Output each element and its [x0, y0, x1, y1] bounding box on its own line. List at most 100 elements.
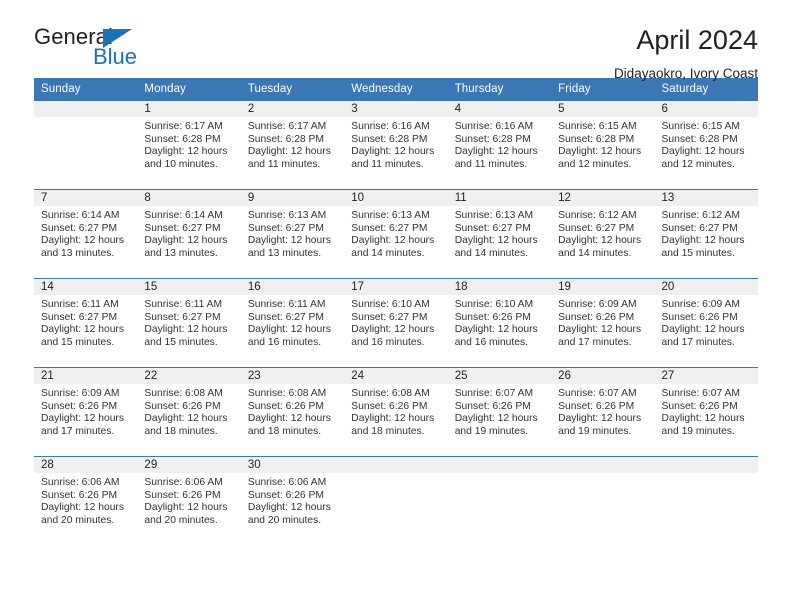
day-number: 26: [551, 368, 655, 384]
sunset-time: Sunset: 6:27 PM: [351, 311, 428, 323]
calendar-day-cell[interactable]: 11 Sunrise: 6:13 AM Sunset: 6:27 PM Dayligh…: [447, 190, 552, 278]
sunrise-time: Sunrise: 6:17 AM: [247, 121, 327, 132]
daylight-duration-line2: and 13 minutes.: [247, 247, 322, 259]
sunrise-time: Sunrise: 6:16 AM: [351, 121, 430, 132]
sunset-time: Sunset: 6:26 PM: [454, 311, 531, 323]
daylight-duration-line1: Daylight: 12 hours: [144, 413, 228, 425]
calendar-day-cell[interactable]: 12 Sunrise: 6:12 AM Sunset: 6:27 PM Dayligh…: [551, 190, 655, 278]
daylight-duration-line1: Daylight: 12 hours: [41, 324, 124, 336]
sunset-time: Sunset: 6:28 PM: [454, 133, 531, 145]
weekday-header-tuesday: Tuesday: [240, 78, 345, 101]
day-number: 7: [34, 190, 138, 206]
daylight-duration-line2: and 12 minutes.: [661, 158, 735, 170]
calendar-day-cell[interactable]: 19 Sunrise: 6:09 AM Sunset: 6:26 PM Dayligh…: [551, 279, 655, 367]
calendar-day-cell[interactable]: 1 Sunrise: 6:17 AM Sunset: 6:28 PM Daylight…: [137, 101, 241, 189]
calendar-day-cell[interactable]: 23 Sunrise: 6:08 AM Sunset: 6:26 PM Dayligh…: [240, 368, 345, 456]
calendar-week-row: 28 Sunrise: 6:06 AM Sunset: 6:26 PM Dayligh…: [34, 456, 758, 545]
calendar-day-cell[interactable]: 29 Sunrise: 6:06 AM Sunset: 6:26 PM Dayligh…: [137, 457, 241, 545]
day-number: 5: [551, 101, 655, 117]
calendar-day-cell[interactable]: 30 Sunrise: 6:06 AM Sunset: 6:26 PM Dayligh…: [240, 457, 345, 545]
day-number: 15: [137, 279, 241, 295]
calendar-day-cell[interactable]: 7 Sunrise: 6:14 AM Sunset: 6:27 PM Daylight…: [34, 190, 138, 278]
calendar-day-cell[interactable]: 28 Sunrise: 6:06 AM Sunset: 6:26 PM Dayligh…: [34, 457, 138, 545]
daylight-duration-line2: and 15 minutes.: [661, 247, 735, 259]
weekday-header-row: Sunday Monday Tuesday Wednesday Thursday Frid…: [34, 78, 758, 101]
weekday-header-sunday: Sunday: [34, 78, 138, 101]
day-number: 13: [654, 190, 758, 206]
calendar-day-cell[interactable]: 2 Sunrise: 6:17 AM Sunset: 6:28 PM Daylight…: [240, 101, 345, 189]
sunset-time: Sunset: 6:26 PM: [144, 489, 221, 501]
calendar-day-cell[interactable]: 3 Sunrise: 6:16 AM Sunset: 6:28 PM Daylight…: [344, 101, 448, 189]
calendar-day-cell[interactable]: 10 Sunrise: 6:13 AM Sunset: 6:27 PM Dayligh…: [344, 190, 448, 278]
sunset-time: Sunset: 6:27 PM: [144, 311, 221, 323]
sunset-time: Sunset: 6:26 PM: [41, 400, 118, 412]
day-info: Sunrise: 6:11 AM Sunset: 6:27 PM Daylight:…: [241, 295, 344, 349]
title-block: April 2024 Didayaokro, Ivory Coast: [614, 26, 758, 82]
daylight-duration-line1: Daylight: 12 hours: [454, 413, 538, 425]
daylight-duration-line1: Daylight: 12 hours: [247, 235, 331, 247]
calendar-day-cell[interactable]: 14 Sunrise: 6:11 AM Sunset: 6:27 PM Dayligh…: [34, 279, 138, 367]
calendar-day-cell[interactable]: 24 Sunrise: 6:08 AM Sunset: 6:26 PM Dayligh…: [344, 368, 448, 456]
calendar-day-cell[interactable]: 16 Sunrise: 6:11 AM Sunset: 6:27 PM Dayligh…: [240, 279, 345, 367]
calendar-cell: 28 Sunrise: 6:06 AM Sunset: 6:26 PM Dayligh…: [34, 456, 138, 545]
day-number: 21: [34, 368, 138, 384]
daylight-duration-line1: Daylight: 12 hours: [144, 324, 228, 336]
calendar-day-cell[interactable]: 9 Sunrise: 6:13 AM Sunset: 6:27 PM Daylight…: [240, 190, 345, 278]
calendar-day-cell[interactable]: 26 Sunrise: 6:07 AM Sunset: 6:26 PM Dayligh…: [551, 368, 655, 456]
day-info: Sunrise: 6:14 AM Sunset: 6:27 PM Daylight:…: [34, 206, 137, 260]
calendar-day-cell[interactable]: 25 Sunrise: 6:07 AM Sunset: 6:26 PM Dayligh…: [447, 368, 552, 456]
calendar-day-cell[interactable]: 15 Sunrise: 6:11 AM Sunset: 6:27 PM Dayligh…: [137, 279, 241, 367]
sunrise-time: Sunrise: 6:16 AM: [454, 121, 534, 132]
calendar-day-cell[interactable]: 22 Sunrise: 6:08 AM Sunset: 6:26 PM Dayligh…: [137, 368, 241, 456]
general-blue-logo[interactable]: General Blue: [34, 26, 146, 72]
sunrise-time: Sunrise: 6:12 AM: [661, 210, 740, 221]
calendar-cell: 3 Sunrise: 6:16 AM Sunset: 6:28 PM Daylight…: [344, 100, 448, 190]
day-info: Sunrise: 6:10 AM Sunset: 6:27 PM Daylight:…: [344, 295, 447, 349]
daylight-duration-line2: and 13 minutes.: [144, 247, 218, 259]
calendar-day-cell[interactable]: 20 Sunrise: 6:09 AM Sunset: 6:26 PM Dayligh…: [654, 279, 758, 367]
calendar-cell: 25 Sunrise: 6:07 AM Sunset: 6:26 PM Dayligh…: [447, 367, 552, 457]
daylight-duration-line2: and 16 minutes.: [454, 336, 528, 348]
daylight-duration-line2: and 10 minutes.: [144, 158, 218, 170]
day-number: 4: [447, 101, 552, 117]
sunrise-time: Sunrise: 6:09 AM: [41, 388, 120, 399]
calendar-day-cell[interactable]: 4 Sunrise: 6:16 AM Sunset: 6:28 PM Daylight…: [447, 101, 552, 189]
daylight-duration-line2: and 11 minutes.: [247, 158, 321, 170]
sunset-time: Sunset: 6:28 PM: [351, 133, 428, 145]
day-number: [344, 457, 448, 473]
calendar-day-cell[interactable]: 18 Sunrise: 6:10 AM Sunset: 6:26 PM Dayligh…: [447, 279, 552, 367]
calendar-week-row: 14 Sunrise: 6:11 AM Sunset: 6:27 PM Dayligh…: [34, 278, 758, 368]
sunrise-time: Sunrise: 6:08 AM: [351, 388, 430, 399]
sunrise-time: Sunrise: 6:07 AM: [661, 388, 740, 399]
calendar-day-cell[interactable]: 8 Sunrise: 6:14 AM Sunset: 6:27 PM Daylight…: [137, 190, 241, 278]
daylight-duration-line1: Daylight: 12 hours: [454, 146, 538, 158]
daylight-duration-line2: and 20 minutes.: [41, 514, 115, 526]
calendar-day-cell[interactable]: 6 Sunrise: 6:15 AM Sunset: 6:28 PM Daylight…: [654, 101, 758, 189]
sunrise-time: Sunrise: 6:06 AM: [247, 477, 327, 488]
sunrise-time: Sunrise: 6:13 AM: [454, 210, 534, 221]
calendar-day-cell-empty: [447, 457, 552, 545]
day-info: Sunrise: 6:15 AM Sunset: 6:28 PM Daylight:…: [655, 117, 758, 171]
day-number: 8: [137, 190, 241, 206]
sunset-time: Sunset: 6:28 PM: [144, 133, 221, 145]
day-number: 14: [34, 279, 138, 295]
day-number: [654, 457, 758, 473]
sunrise-time: Sunrise: 6:06 AM: [41, 477, 120, 488]
calendar-day-cell[interactable]: 21 Sunrise: 6:09 AM Sunset: 6:26 PM Dayligh…: [34, 368, 138, 456]
calendar-day-cell[interactable]: 13 Sunrise: 6:12 AM Sunset: 6:27 PM Dayligh…: [654, 190, 758, 278]
calendar-cell: [344, 456, 448, 545]
sunset-time: Sunset: 6:26 PM: [661, 311, 738, 323]
day-number: 22: [137, 368, 241, 384]
calendar-cell: 17 Sunrise: 6:10 AM Sunset: 6:27 PM Dayligh…: [344, 278, 448, 368]
sunset-time: Sunset: 6:27 PM: [144, 222, 221, 234]
calendar-day-cell[interactable]: 5 Sunrise: 6:15 AM Sunset: 6:28 PM Daylight…: [551, 101, 655, 189]
weekday-header-wednesday: Wednesday: [344, 78, 448, 101]
day-info: Sunrise: 6:07 AM Sunset: 6:26 PM Daylight:…: [655, 384, 758, 438]
calendar-day-cell[interactable]: 17 Sunrise: 6:10 AM Sunset: 6:27 PM Dayligh…: [344, 279, 448, 367]
calendar-day-cell[interactable]: 27 Sunrise: 6:07 AM Sunset: 6:26 PM Dayligh…: [654, 368, 758, 456]
calendar-cell: 19 Sunrise: 6:09 AM Sunset: 6:26 PM Dayligh…: [551, 278, 655, 368]
day-number: 29: [137, 457, 241, 473]
daylight-duration-line1: Daylight: 12 hours: [247, 502, 331, 514]
sunrise-time: Sunrise: 6:15 AM: [661, 121, 740, 132]
calendar-cell: 21 Sunrise: 6:09 AM Sunset: 6:26 PM Dayligh…: [34, 367, 138, 457]
